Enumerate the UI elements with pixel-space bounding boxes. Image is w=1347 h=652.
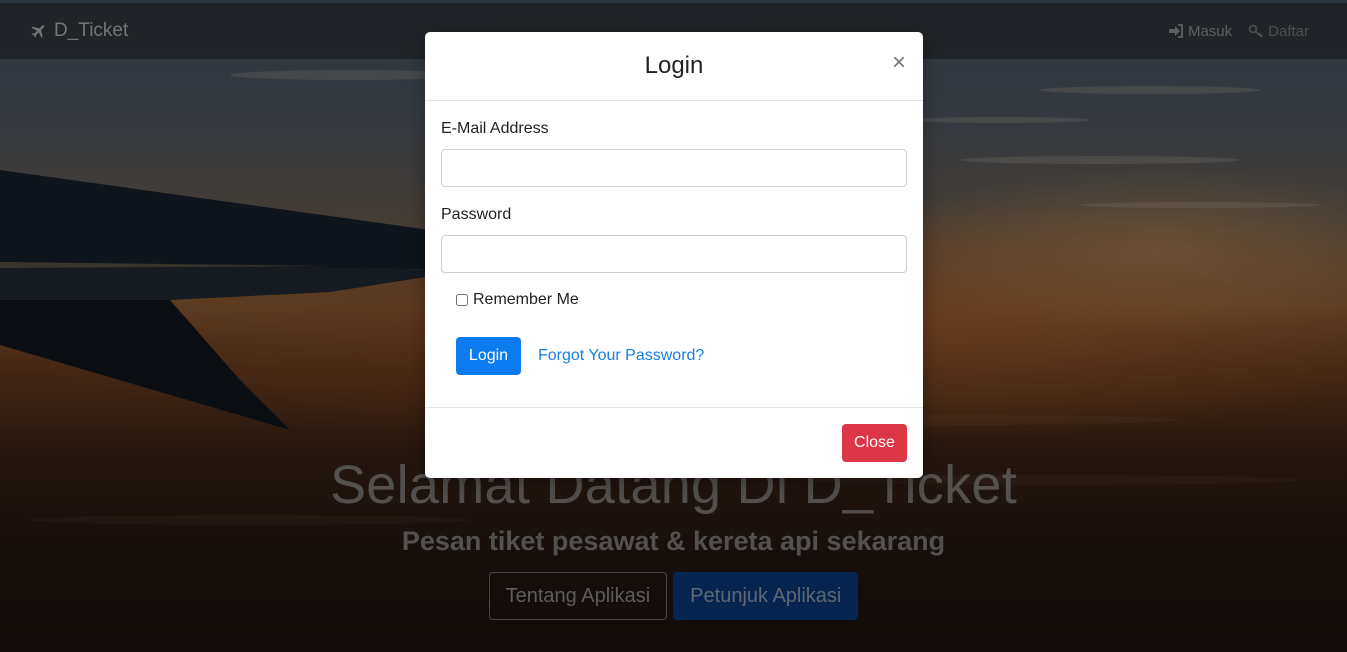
email-field[interactable] <box>441 149 907 187</box>
remember-me-checkbox[interactable] <box>456 294 468 306</box>
login-modal: Login × E-Mail Address Password Remember… <box>425 32 923 478</box>
modal-header: Login × <box>425 32 923 101</box>
page-viewport: D_Ticket Masuk Daftar <box>0 0 1347 652</box>
close-button[interactable]: Close <box>842 424 907 462</box>
login-button[interactable]: Login <box>456 337 521 375</box>
modal-body: E-Mail Address Password Remember Me Logi… <box>425 101 923 407</box>
close-icon[interactable]: × <box>892 51 906 75</box>
email-label: E-Mail Address <box>441 120 549 137</box>
remember-me: Remember Me <box>456 291 579 309</box>
modal-footer: Close <box>425 407 923 478</box>
forgot-password-link[interactable]: Forgot Your Password? <box>538 347 704 365</box>
password-field[interactable] <box>441 235 907 273</box>
password-label: Password <box>441 206 512 223</box>
modal-title: Login <box>644 52 704 79</box>
remember-me-label: Remember Me <box>473 291 579 308</box>
